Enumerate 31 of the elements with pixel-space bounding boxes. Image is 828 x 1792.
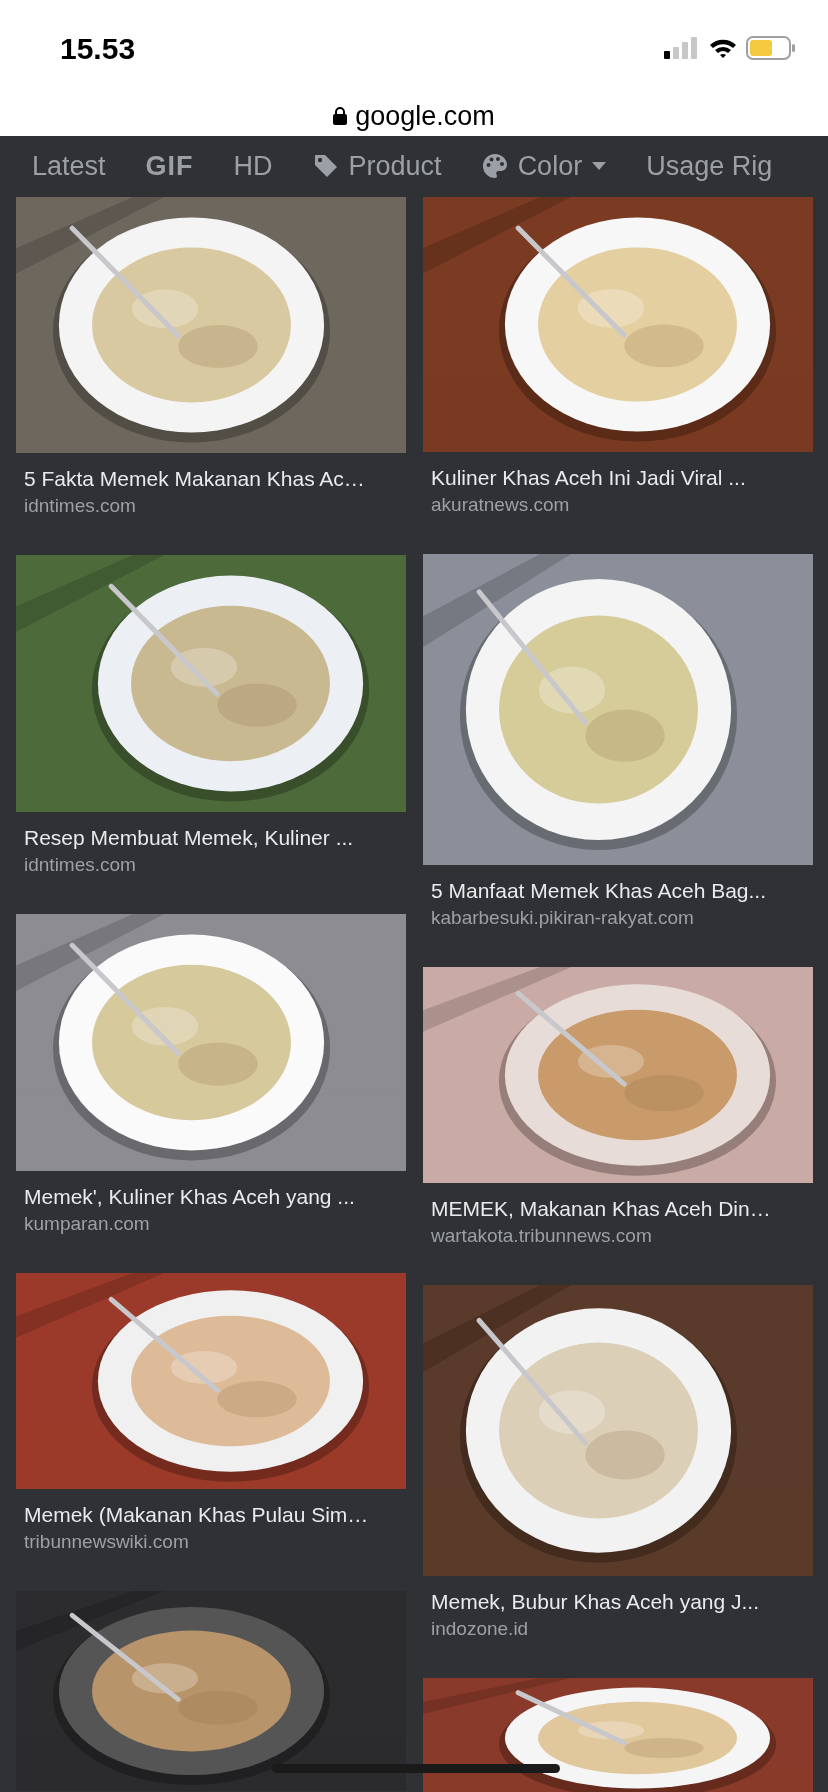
- palette-icon: [481, 153, 508, 179]
- result-source: idntimes.com: [23, 494, 137, 518]
- result-title[interactable]: Memek', Kuliner Khas Aceh yang ...: [16, 1183, 406, 1211]
- result-source: tribunnewswiki.com: [23, 1530, 190, 1554]
- filter-chip[interactable]: Latest: [32, 145, 106, 187]
- status-time: 15.53: [60, 30, 136, 67]
- signal-icon: [664, 37, 700, 59]
- result-source: idntimes.com: [23, 853, 137, 877]
- result-title[interactable]: MEMEK, Makanan Khas Aceh Din…: [423, 1195, 813, 1223]
- result-title[interactable]: 5 Fakta Memek Makanan Khas Ac…: [16, 465, 406, 493]
- wifi-icon: [708, 37, 738, 59]
- tag-icon: [312, 153, 339, 179]
- result-title[interactable]: Resep Membuat Memek, Kuliner ...: [16, 824, 406, 852]
- result-title[interactable]: Kuliner Khas Aceh Ini Jadi Viral ...: [423, 464, 813, 492]
- filter-chip[interactable]: Color: [517, 145, 583, 187]
- caret-icon: [592, 162, 607, 170]
- result-source: akuratnews.com: [430, 493, 571, 517]
- address-text[interactable]: google.com: [355, 95, 495, 137]
- result-source: wartakota.tribunnews.com: [430, 1224, 653, 1248]
- result-title[interactable]: Memek, Bubur Khas Aceh yang J...: [423, 1588, 813, 1616]
- battery-icon: [746, 36, 796, 60]
- lock-icon: [333, 107, 348, 125]
- result-source: indozone.id: [430, 1617, 530, 1641]
- filter-chip[interactable]: HD: [233, 145, 273, 187]
- result-source: kumparan.com: [23, 1212, 151, 1236]
- filter-chip[interactable]: GIF: [145, 145, 194, 187]
- filter-chip[interactable]: Product: [348, 145, 442, 187]
- result-title[interactable]: Memek (Makanan Khas Pulau Sim…: [16, 1501, 406, 1529]
- result-title[interactable]: 5 Manfaat Memek Khas Aceh Bag...: [423, 877, 813, 905]
- result-source: kabarbesuki.pikiran-rakyat.com: [430, 906, 695, 930]
- filter-chip[interactable]: Usage Rig: [646, 145, 773, 187]
